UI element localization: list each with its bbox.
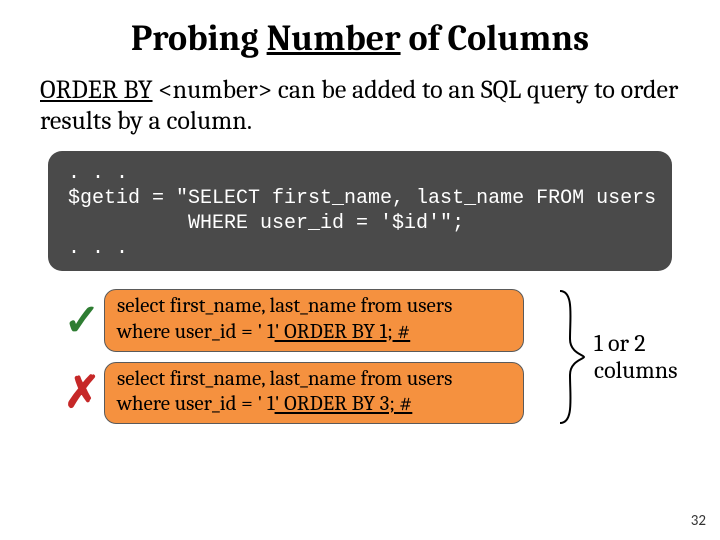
query-line-2-ul: ' ORDER BY 1; # bbox=[275, 320, 411, 344]
query-box-valid: select first_name, last_name from users … bbox=[104, 289, 524, 351]
examples-group: ✓ select first_name, last_name from user… bbox=[60, 289, 680, 424]
code-line-3: WHERE user_id = '$id'"; bbox=[68, 212, 464, 235]
brace-icon bbox=[554, 287, 588, 427]
desc-underline: ORDER BY bbox=[40, 75, 153, 105]
code-line-1: . . . bbox=[68, 162, 128, 185]
code-line-2: $getid = "SELECT first_name, last_name F… bbox=[68, 187, 656, 210]
title-pre: Probing bbox=[131, 18, 267, 59]
check-icon: ✓ bbox=[60, 299, 104, 343]
title-underline: Number bbox=[267, 18, 401, 59]
brace-label: 1 or 2 columns bbox=[594, 330, 678, 385]
page-title: Probing Number of Columns bbox=[40, 18, 680, 59]
description: ORDER BY <number> can be added to an SQL… bbox=[40, 75, 680, 137]
slide: Probing Number of Columns ORDER BY <numb… bbox=[0, 0, 720, 540]
query-line-1: select first_name, last_name from users bbox=[117, 367, 452, 391]
code-block: . . . $getid = "SELECT first_name, last_… bbox=[48, 151, 672, 271]
query-line-1: select first_name, last_name from users bbox=[117, 294, 452, 318]
query-line-2-ul: ' ORDER BY 3; # bbox=[275, 392, 413, 416]
cross-icon: ✗ bbox=[60, 371, 104, 415]
title-post: of Columns bbox=[401, 18, 590, 59]
brace-label-line2: columns bbox=[594, 356, 678, 384]
code-line-4: . . . bbox=[68, 237, 128, 260]
page-number: 32 bbox=[691, 512, 706, 530]
query-line-2-pre: where user_id = ' 1 bbox=[117, 392, 275, 416]
query-line-2-pre: where user_id = ' 1 bbox=[117, 320, 275, 344]
brace-annotation: 1 or 2 columns bbox=[554, 287, 678, 427]
brace-label-line1: 1 or 2 bbox=[594, 329, 646, 357]
query-box-invalid: select first_name, last_name from users … bbox=[104, 362, 524, 424]
